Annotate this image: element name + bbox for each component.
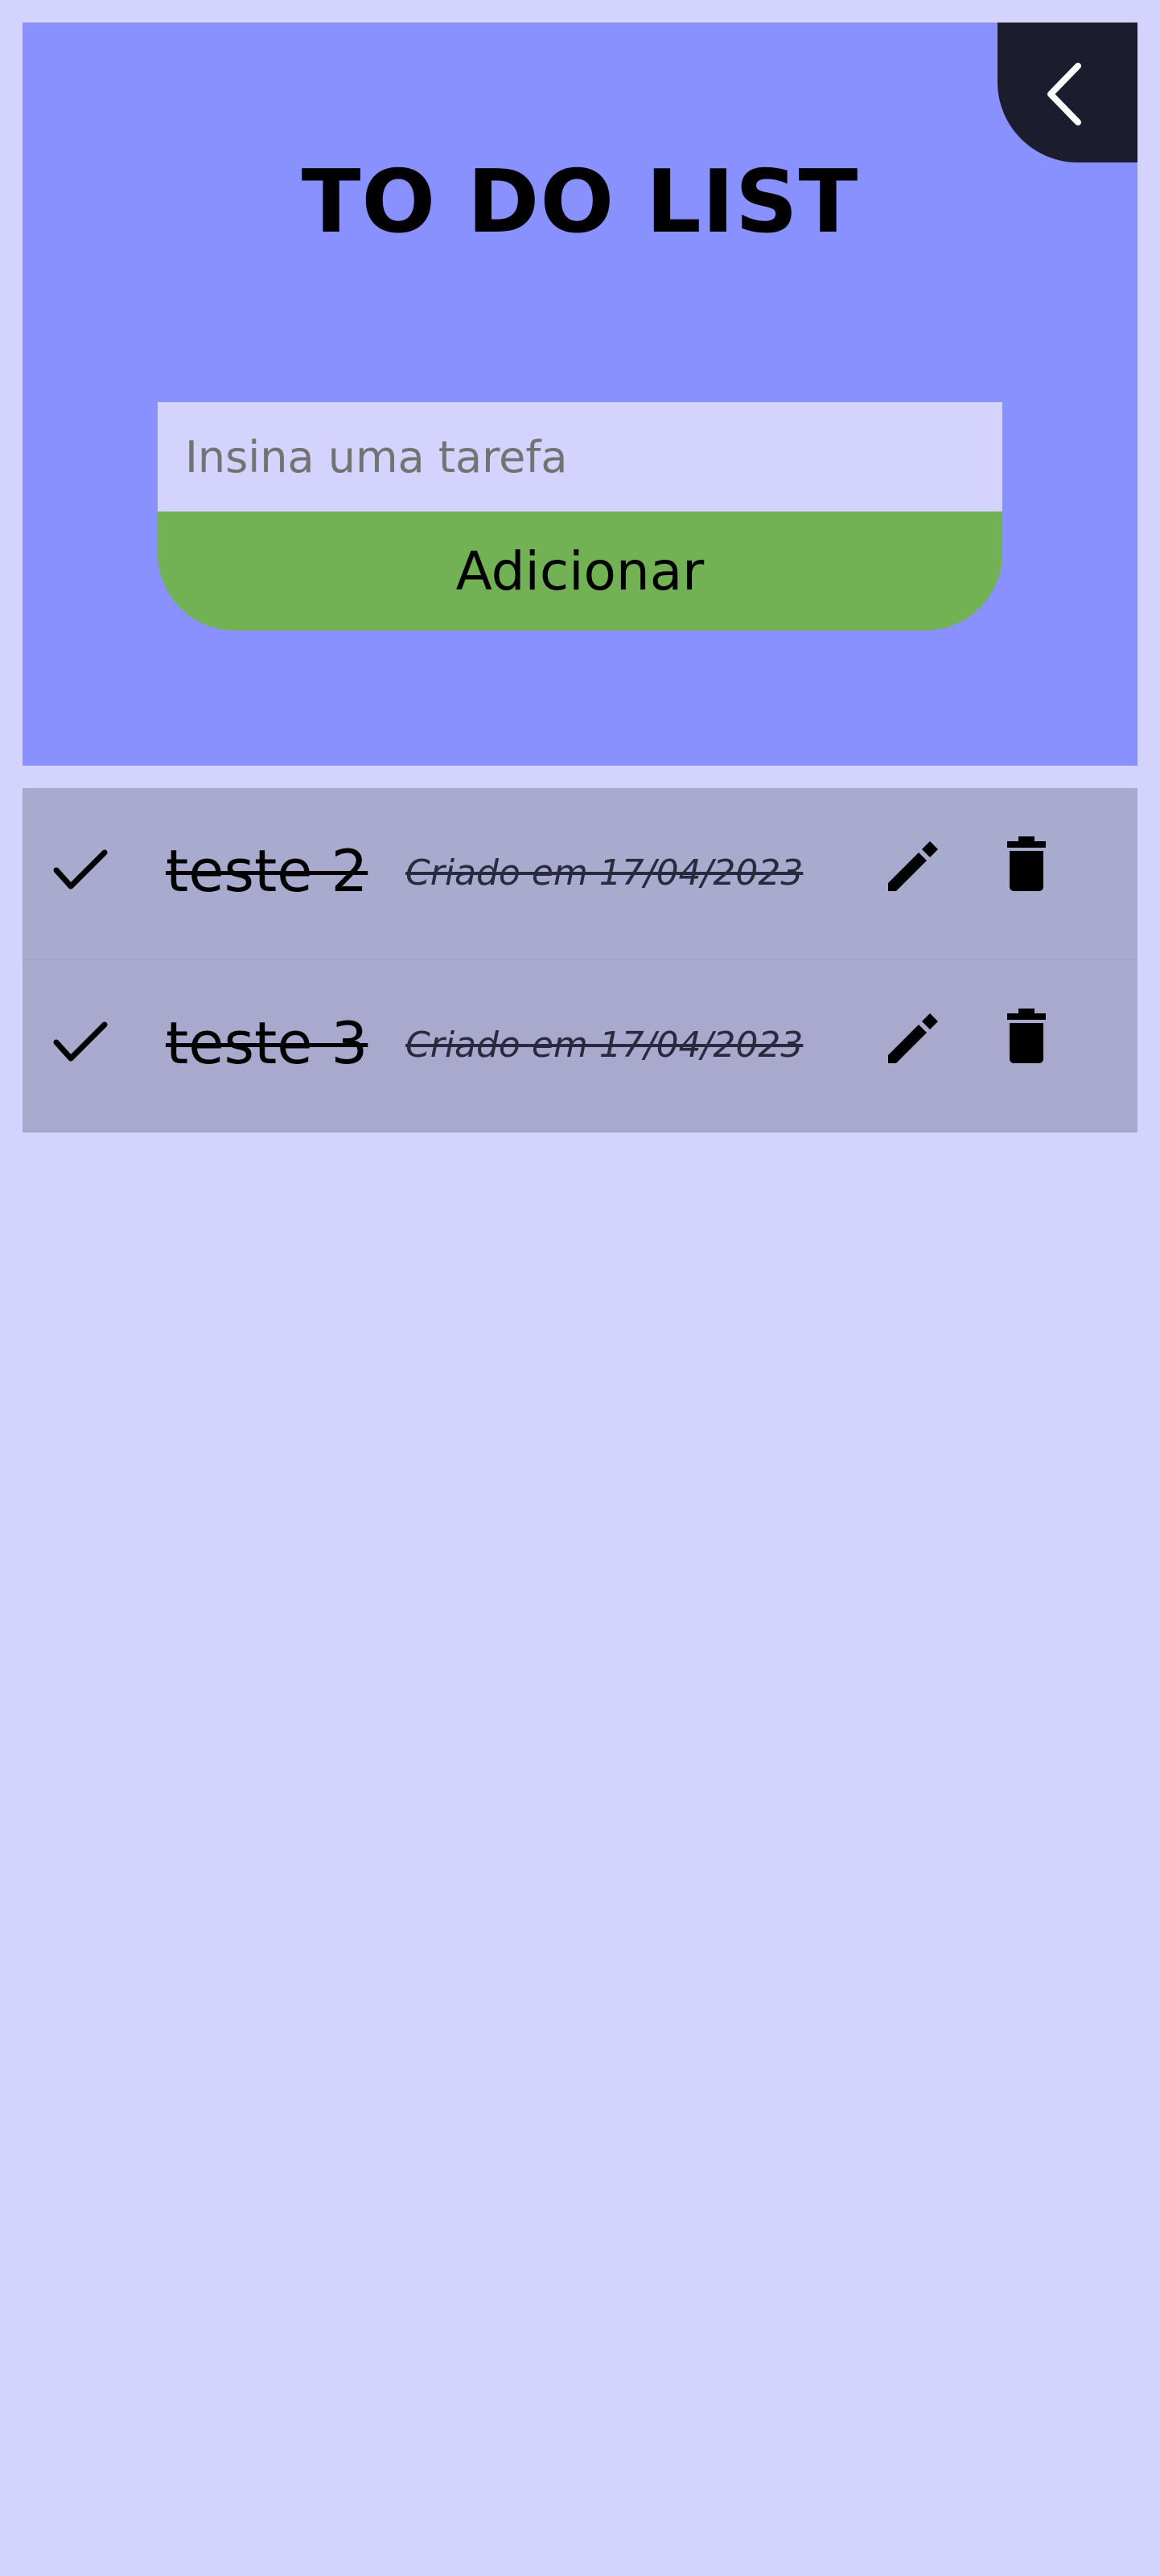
back-button[interactable] (998, 23, 1137, 162)
trash-icon[interactable] (1004, 1007, 1049, 1065)
check-icon[interactable] (51, 846, 109, 896)
trash-icon[interactable] (1004, 835, 1049, 893)
check-icon[interactable] (51, 1018, 109, 1068)
task-created-date: Criado em 17/04/2023 (405, 853, 804, 894)
task-row: teste 2 Criado em 17/04/2023 (23, 788, 1137, 960)
task-input[interactable] (158, 402, 1002, 512)
task-created-date: Criado em 17/04/2023 (405, 1025, 804, 1066)
page-title: TO DO LIST (301, 152, 859, 253)
add-task-form: Adicionar (158, 402, 1002, 631)
task-row: teste 3 Criado em 17/04/2023 (23, 960, 1137, 1132)
header: TO DO LIST Adicionar (23, 23, 1137, 766)
task-name: teste 3 (166, 1009, 368, 1077)
pencil-icon[interactable] (885, 835, 943, 893)
add-button[interactable]: Adicionar (158, 512, 1002, 631)
chevron-left-icon (1047, 63, 1081, 125)
task-name: teste 2 (166, 837, 368, 905)
task-list: teste 2 Criado em 17/04/2023 teste 3 Cri… (23, 788, 1137, 1132)
pencil-icon[interactable] (885, 1007, 943, 1065)
